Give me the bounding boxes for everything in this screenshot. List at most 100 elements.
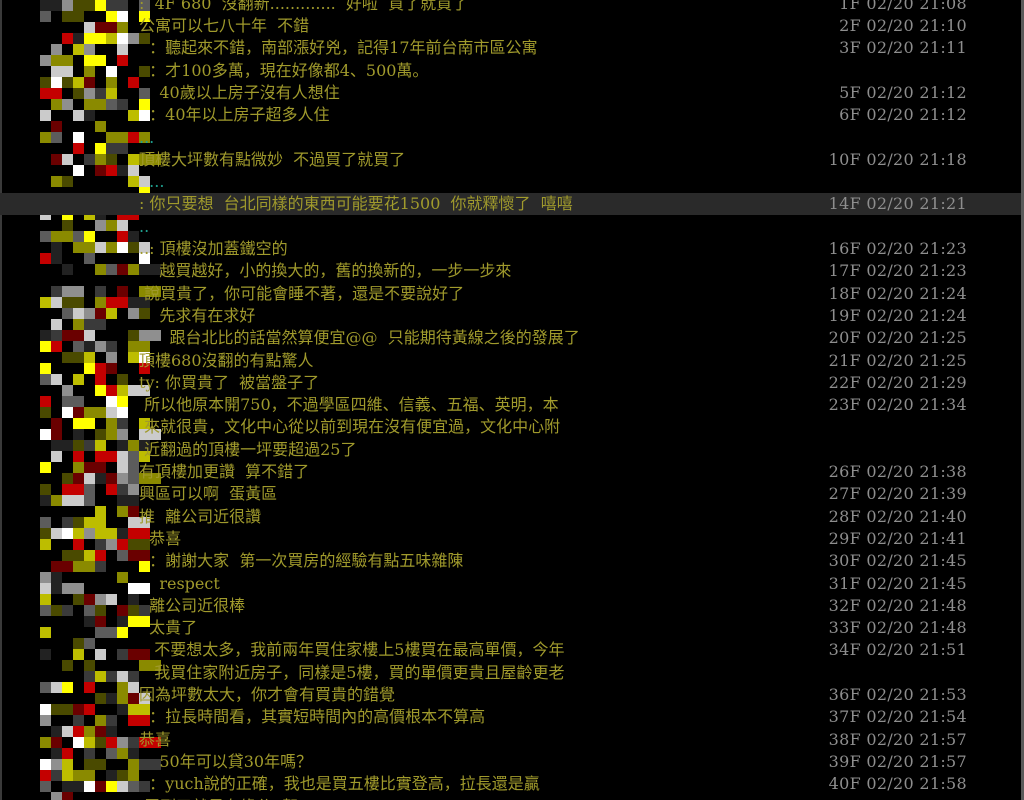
comment-row: 不要想太多，我前兩年買住家樓上5樓買在最高單價，今年 34F 02/20 21:5…: [0, 639, 1021, 661]
comment-timestamp: 33F 02/20 21:48: [828, 618, 967, 637]
comment-row: respect 31F 02/20 21:45: [0, 573, 1021, 595]
comment-text: 離公司近很棒: [139, 596, 246, 615]
comment-row: 買到了就是有緣分 賀 41F 02/20 21:59: [0, 796, 1021, 800]
comment-text: ：40年以上房子超多人住: [139, 105, 330, 124]
comment-timestamp: 17F 02/20 21:23: [828, 261, 967, 280]
comment-timestamp: 18F 02/20 21:24: [828, 284, 967, 303]
comment-row: : 4F 680 沒翻新............. 好啦 買了就買了 1F 02/…: [0, 0, 1021, 15]
comment-text: : 4F 680 沒翻新............. 好啦 買了就買了: [139, 0, 469, 13]
comment-timestamp: 21F 02/20 21:25: [828, 351, 967, 370]
comment-row: : 你只要想 台北同樣的東西可能要花1500 你就釋懷了 嘻嘻 14F 02/20…: [0, 193, 1021, 215]
comment-row: 跟台北比的話當然算便宜@@ 只能期待黃線之後的發展了 20F 02/20 21:2…: [0, 327, 1021, 349]
comment-timestamp: 28F 02/20 21:40: [828, 507, 967, 526]
comment-timestamp: 27F 02/20 21:39: [828, 484, 967, 503]
comment-text: ...: [139, 128, 155, 147]
comment-row: 推 離公司近很讚 28F 02/20 21:40: [0, 506, 1021, 528]
comment-row: ：40年以上房子超多人住 6F 02/20 21:12: [0, 104, 1021, 126]
comment-timestamp: 41F 02/20 21:59: [829, 796, 967, 800]
comment-text: 有頂樓加更讚 算不錯了: [139, 462, 310, 481]
comment-timestamp: 16F 02/20 21:23: [828, 239, 967, 258]
comment-row: 50年可以貸30年嗎？ 39F 02/20 21:57: [0, 751, 1021, 773]
comment-text: 頂樓680沒翻的有點驚人: [139, 351, 314, 370]
comment-text: ：拉長時間看，其實短時間內的高價根本不算高: [139, 707, 486, 726]
comment-timestamp: 22F 02/20 21:29: [828, 373, 967, 392]
comment-timestamp: 23F 02/20 21:34: [828, 395, 967, 414]
comment-text: 買到了就是有緣分 賀: [139, 796, 298, 800]
comment-timestamp: 39F 02/20 21:57: [828, 752, 967, 771]
comment-row: 所以他原本開750，不過學區四維、信義、五福、英明，本 23F 02/20 21:…: [0, 394, 1021, 416]
comment-text: 推 離公司近很讚: [139, 507, 262, 526]
comment-row: ：聽起來不錯，南部漲好兇，記得17年前台南市區公寓 3F 02/20 21:11: [0, 37, 1021, 59]
comment-timestamp: 29F 02/20 21:41: [828, 529, 967, 548]
comment-text: 因為坪數太大，你才會有買貴的錯覺: [139, 685, 396, 704]
comment-timestamp: 19F 02/20 21:24: [828, 306, 967, 325]
comment-row: 我買住家附近房子，同樣是5樓，買的單價更貴且屋齡更老: [0, 662, 1021, 684]
comment-text: 恭喜: [139, 529, 182, 548]
comment-timestamp: 14F 02/20 21:21: [828, 194, 967, 213]
comment-row: 40歲以上房子沒有人想住 5F 02/20 21:12: [0, 82, 1021, 104]
comment-row: 說買貴了，你可能會睡不著，還是不要說好了 18F 02/20 21:24: [0, 283, 1021, 305]
comment-row: 太貴了 33F 02/20 21:48: [0, 617, 1021, 639]
comment-timestamp: 38F 02/20 21:57: [828, 730, 967, 749]
comment-row: 來就很貴，文化中心從以前到現在沒有便宜過，文化中心附: [0, 416, 1021, 438]
terminal-window: : 4F 680 沒翻新............. 好啦 買了就買了 1F 02/…: [0, 0, 1024, 800]
comment-row: ：拉長時間看，其實短時間內的高價根本不算高 37F 02/20 21:54: [0, 706, 1021, 728]
comment-row: 興區可以啊 蛋黃區 27F 02/20 21:39: [0, 483, 1021, 505]
comment-row: 越買越好，小的換大的，舊的換新的，一步一步來 17F 02/20 21:23: [0, 260, 1021, 282]
comment-text: 公寓可以七八十年 不錯: [139, 16, 310, 35]
comment-timestamp: 1F 02/20 21:08: [839, 0, 967, 13]
comment-timestamp: 2F 02/20 21:10: [839, 16, 967, 35]
comment-timestamp: 10F 02/20 21:18: [828, 150, 967, 169]
comment-row: 恭喜 38F 02/20 21:57: [0, 729, 1021, 751]
comment-row: ty: 你買貴了 被當盤子了 22F 02/20 21:29: [0, 372, 1021, 394]
comment-row: 恭喜 29F 02/20 21:41: [0, 528, 1021, 550]
comment-timestamp: 31F 02/20 21:45: [828, 574, 967, 593]
comment-row: 頂樓大坪數有點微妙 不過買了就買了 10F 02/20 21:18: [0, 149, 1021, 171]
comment-timestamp: 5F 02/20 21:12: [839, 83, 967, 102]
comment-text: ：yuch說的正確，我也是買五樓比實登高，拉長還是贏: [139, 774, 540, 793]
comment-row: 近翻過的頂樓一坪要超過25了: [0, 439, 1021, 461]
comment-text: 近翻過的頂樓一坪要超過25了: [139, 440, 357, 459]
comment-text: 我買住家附近房子，同樣是5樓，買的單價更貴且屋齡更老: [139, 663, 565, 682]
comment-text: 不要想太多，我前兩年買住家樓上5樓買在最高單價，今年: [139, 640, 565, 659]
comment-timestamp: 20F 02/20 21:25: [828, 328, 967, 347]
comment-row: ..: 頂樓沒加蓋鐵空的 16F 02/20 21:23: [0, 238, 1021, 260]
comment-row: 頂樓680沒翻的有點驚人 21F 02/20 21:25: [0, 350, 1021, 372]
comment-text: ty: 你買貴了 被當盤子了: [139, 373, 320, 392]
comment-text: 興區可以啊 蛋黃區: [139, 484, 278, 503]
comment-timestamp: 26F 02/20 21:38: [828, 462, 967, 481]
comment-text: 恭喜: [139, 730, 172, 749]
comment-text: 太貴了: [139, 618, 198, 637]
comment-text: ..: 頂樓沒加蓋鐵空的: [139, 239, 288, 258]
comment-row: ...: [0, 127, 1021, 149]
comment-timestamp: 34F 02/20 21:51: [828, 640, 967, 659]
comment-text: ：謝謝大家 第一次買房的經驗有點五味雜陳: [139, 551, 464, 570]
comment-text: ：才100多萬，現在好像都4、500萬。: [139, 61, 429, 80]
comment-row: ：才100多萬，現在好像都4、500萬。: [0, 60, 1021, 82]
comment-row: ..: [0, 216, 1021, 238]
comment-text: 40歲以上房子沒有人想住: [139, 83, 340, 102]
comment-row: ：謝謝大家 第一次買房的經驗有點五味雜陳 30F 02/20 21:45: [0, 550, 1021, 572]
comment-text: ：聽起來不錯，南部漲好兇，記得17年前台南市區公寓: [139, 38, 538, 57]
comment-row: 有頂樓加更讚 算不錯了 26F 02/20 21:38: [0, 461, 1021, 483]
comment-text: 來就很貴，文化中心從以前到現在沒有便宜過，文化中心附: [139, 417, 561, 436]
comment-row: 因為坪數太大，你才會有買貴的錯覺 36F 02/20 21:53: [0, 684, 1021, 706]
comment-text: ..: [139, 217, 150, 236]
comment-text: ...: [139, 172, 165, 191]
comment-text: : 你只要想 台北同樣的東西可能要花1500 你就釋懷了 嘻嘻: [139, 194, 573, 213]
comment-timestamp: 37F 02/20 21:54: [828, 707, 967, 726]
comment-timestamp: 30F 02/20 21:45: [828, 551, 967, 570]
comment-text: 跟台北比的話當然算便宜@@ 只能期待黃線之後的發展了: [139, 328, 580, 347]
comment-text: 說買貴了，你可能會睡不著，還是不要說好了: [139, 284, 465, 303]
comment-timestamp: 40F 02/20 21:58: [828, 774, 967, 793]
comment-row: ...: [0, 171, 1021, 193]
comment-timestamp: 32F 02/20 21:48: [828, 596, 967, 615]
comment-text: 50年可以貸30年嗎？: [139, 752, 313, 771]
comment-text: 越買越好，小的換大的，舊的換新的，一步一步來: [139, 261, 512, 280]
comment-text: respect: [139, 574, 220, 593]
comment-text: 所以他原本開750，不過學區四維、信義、五福、英明，本: [139, 395, 559, 414]
comment-timestamp: 3F 02/20 21:11: [839, 38, 967, 57]
comment-timestamp: 6F 02/20 21:12: [839, 105, 967, 124]
comment-row: 先求有在求好 19F 02/20 21:24: [0, 305, 1021, 327]
comment-text: 頂樓大坪數有點微妙 不過買了就買了: [139, 150, 406, 169]
